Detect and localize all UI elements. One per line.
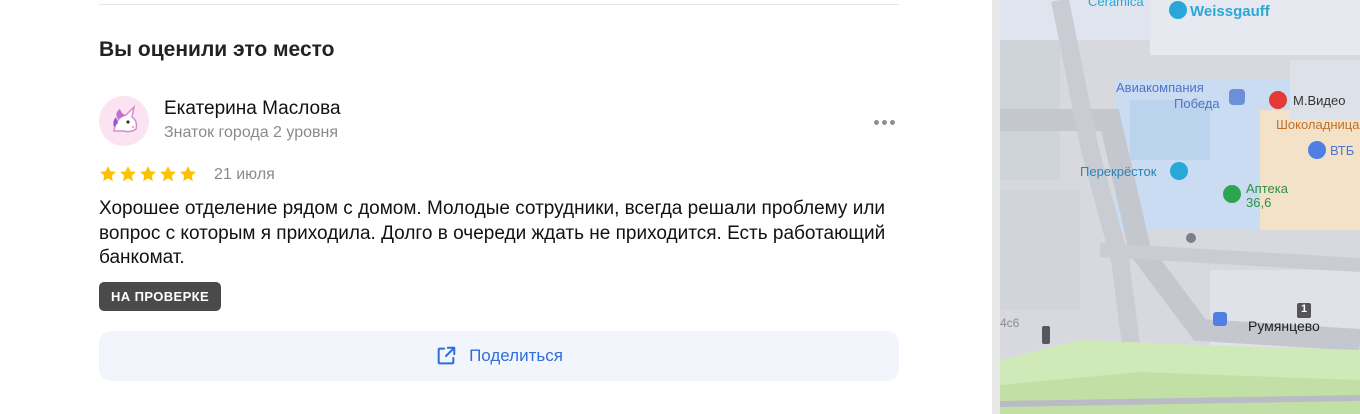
section-title: Вы оценили это место (99, 38, 335, 61)
share-label: Поделиться (469, 346, 563, 365)
map-label-weissgauff[interactable]: Weissgauff (1190, 3, 1270, 20)
panel-separator (992, 0, 1000, 414)
map-label-pobeda-line2[interactable]: Победа (1174, 96, 1220, 111)
avatar[interactable] (99, 96, 149, 146)
star-icon (100, 166, 116, 182)
share-icon (437, 346, 456, 365)
review-text: Хорошее отделение рядом с домом. Молодые… (99, 198, 886, 268)
more-dot-icon (873, 119, 879, 125)
author-level: Знаток города 2 уровня (164, 124, 339, 141)
map-label-apteka-line2[interactable]: 36,6 (1246, 195, 1271, 210)
status-badge: НА ПРОВЕРКЕ (99, 282, 222, 311)
map-label-mvideo[interactable]: М.Видео (1293, 93, 1345, 108)
author-name[interactable]: Екатерина Маслова (164, 98, 341, 120)
star-icon (160, 166, 176, 182)
share-button[interactable]: Поделиться (99, 331, 899, 381)
unicorn-avatar-icon (113, 104, 138, 133)
map-label-rumyantsevo[interactable]: Румянцево (1248, 318, 1320, 334)
divider (99, 4, 899, 5)
rating-stars (99, 165, 197, 183)
map-label-perekrestok[interactable]: Перекрёсток (1080, 164, 1156, 179)
map-label-building: 4с6 (1000, 316, 1020, 330)
map-view[interactable]: Ceramica Weissgauff Авиакомпания Победа … (1000, 0, 1360, 414)
review-panel: Вы оценили это место Екатерина Маслова З… (0, 0, 992, 414)
more-options-button[interactable] (868, 112, 900, 132)
star-icon (120, 166, 136, 182)
map-label-pobeda-line1[interactable]: Авиакомпания (1116, 80, 1204, 95)
metro-line-number: 1 (1301, 303, 1308, 315)
map-background (1000, 0, 1360, 414)
map-label-apteka-line1[interactable]: Аптека (1246, 181, 1288, 196)
map-label-vtb[interactable]: ВТБ (1330, 143, 1354, 158)
star-icon (140, 166, 156, 182)
more-dot-icon (881, 119, 887, 125)
map-label-ceramica[interactable]: Ceramica (1088, 0, 1144, 9)
more-dot-icon (889, 119, 895, 125)
star-icon (180, 166, 196, 182)
review-date: 21 июля (214, 166, 275, 183)
map-label-shokoladnitsa[interactable]: Шоколадница (1276, 117, 1359, 132)
